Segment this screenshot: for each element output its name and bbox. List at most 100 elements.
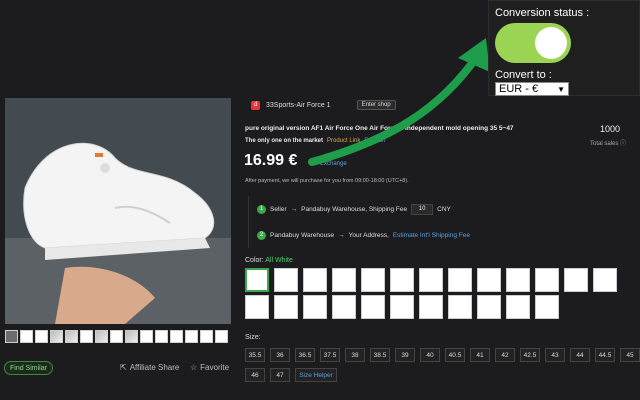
- color-swatch[interactable]: [332, 268, 356, 292]
- size-option[interactable]: 40: [420, 348, 440, 362]
- thumbnail[interactable]: [50, 330, 63, 343]
- size-option[interactable]: 41: [470, 348, 490, 362]
- sneaker-photo: [5, 98, 231, 324]
- color-swatch[interactable]: [245, 268, 269, 292]
- color-swatch[interactable]: [361, 268, 385, 292]
- thumbnail[interactable]: [110, 330, 123, 343]
- thumbnail[interactable]: [35, 330, 48, 343]
- step-from: Seller: [270, 205, 287, 213]
- currency-select[interactable]: EUR - € ▼: [495, 82, 569, 96]
- thumbnail[interactable]: [185, 330, 198, 343]
- star-icon: ☆: [190, 363, 198, 372]
- affiliate-share-button[interactable]: ⇱ Affiliate Share: [120, 363, 179, 372]
- size-option[interactable]: 46: [245, 368, 265, 382]
- size-option[interactable]: 39: [395, 348, 415, 362]
- size-option[interactable]: 42.5: [520, 348, 540, 362]
- conversion-toggle[interactable]: [495, 23, 571, 63]
- color-swatch[interactable]: [448, 268, 472, 292]
- thumbnail-strip: [5, 330, 228, 343]
- step-badge: 2: [257, 230, 266, 240]
- size-option[interactable]: 38.5: [370, 348, 390, 362]
- size-option[interactable]: 40.5: [445, 348, 465, 362]
- color-swatch[interactable]: [477, 268, 501, 292]
- thumbnail[interactable]: [215, 330, 228, 343]
- thumbnail[interactable]: [5, 330, 18, 343]
- refresh-link[interactable]: Refresh: [364, 138, 385, 144]
- enter-shop-button[interactable]: Enter shop: [356, 100, 396, 110]
- thumbnail[interactable]: [155, 330, 168, 343]
- currency-selected-value: EUR - €: [499, 83, 539, 95]
- color-swatch[interactable]: [535, 295, 559, 319]
- thumbnail[interactable]: [170, 330, 183, 343]
- affiliate-share-label: Affiliate Share: [129, 363, 180, 372]
- color-swatch[interactable]: [390, 295, 414, 319]
- sales-label: Total sales ⓘ: [590, 138, 626, 147]
- color-swatch[interactable]: [419, 295, 443, 319]
- shipping-route: 1 Seller → Pandabuy Warehouse, Shipping …: [248, 196, 638, 248]
- color-swatch[interactable]: [303, 268, 327, 292]
- thumbnail[interactable]: [65, 330, 78, 343]
- color-swatch[interactable]: [506, 268, 530, 292]
- size-helper-button[interactable]: Size Helper: [295, 368, 337, 382]
- color-swatch[interactable]: [303, 295, 327, 319]
- color-swatch[interactable]: [245, 295, 269, 319]
- color-swatch[interactable]: [361, 295, 385, 319]
- fee-currency: CNY: [437, 205, 451, 213]
- size-option[interactable]: 44: [570, 348, 590, 362]
- size-option[interactable]: 35.5: [245, 348, 265, 362]
- product-link[interactable]: Product Link: [327, 138, 360, 144]
- exchange-link[interactable]: Exchange: [320, 161, 347, 167]
- size-label: Size:: [245, 334, 261, 341]
- shipping-step-2: 2 Pandabuy Warehouse → Your Address, Est…: [249, 222, 638, 248]
- size-option[interactable]: 45: [620, 348, 640, 362]
- step-to: Your Address,: [348, 231, 389, 239]
- product-title: pure original version AF1 Air Force One …: [245, 125, 514, 132]
- color-swatch[interactable]: [332, 295, 356, 319]
- color-swatch[interactable]: [477, 295, 501, 319]
- estimate-shipping-link[interactable]: Estimate Int'l Shipping Fee: [393, 232, 470, 239]
- conversion-status-label: Conversion status :: [495, 7, 590, 19]
- color-swatch[interactable]: [506, 295, 530, 319]
- size-option[interactable]: 44.5: [595, 348, 615, 362]
- help-icon: ⓘ: [620, 141, 627, 147]
- color-label: Color: All White: [245, 257, 293, 264]
- thumbnail[interactable]: [125, 330, 138, 343]
- shop-icon: d: [251, 100, 260, 110]
- size-option[interactable]: 47: [270, 368, 290, 382]
- size-option[interactable]: 38: [345, 348, 365, 362]
- color-swatch[interactable]: [448, 295, 472, 319]
- thumbnail[interactable]: [80, 330, 93, 343]
- arrow-right-icon: →: [338, 231, 345, 239]
- size-option[interactable]: 37.5: [320, 348, 340, 362]
- color-swatch[interactable]: [564, 268, 588, 292]
- shipping-fee-field[interactable]: 10: [411, 203, 434, 215]
- thumbnail[interactable]: [140, 330, 153, 343]
- thumbnail[interactable]: [200, 330, 213, 343]
- color-swatch[interactable]: [419, 268, 443, 292]
- thumbnail[interactable]: [95, 330, 108, 343]
- product-main-image: [5, 98, 231, 324]
- size-option[interactable]: 42: [495, 348, 515, 362]
- size-option[interactable]: 43: [545, 348, 565, 362]
- color-swatch[interactable]: [274, 268, 298, 292]
- product-subtitle-row: The only one on the market Product Link …: [245, 138, 385, 144]
- color-swatches: [245, 268, 640, 319]
- favorite-label: Favorite: [200, 363, 230, 372]
- favorite-button[interactable]: ☆ Favorite: [190, 363, 229, 372]
- size-option[interactable]: 36.5: [295, 348, 315, 362]
- color-swatch[interactable]: [390, 268, 414, 292]
- color-selected: All White: [265, 257, 293, 264]
- color-label-text: Color:: [245, 257, 264, 264]
- arrow-right-icon: →: [290, 205, 298, 213]
- purchase-hours-note: After payment, we will purchase for you …: [245, 178, 409, 184]
- color-swatch[interactable]: [535, 268, 559, 292]
- chevron-down-icon: ▼: [557, 84, 565, 94]
- sales-label-text: Total sales: [590, 141, 619, 147]
- size-option[interactable]: 36: [270, 348, 290, 362]
- color-swatch[interactable]: [274, 295, 298, 319]
- find-similar-button[interactable]: Find Similar: [4, 361, 53, 375]
- shop-name[interactable]: 33Sports-Air Force 1: [266, 102, 331, 109]
- sales-count: 1000: [600, 124, 621, 134]
- thumbnail[interactable]: [20, 330, 33, 343]
- color-swatch[interactable]: [593, 268, 617, 292]
